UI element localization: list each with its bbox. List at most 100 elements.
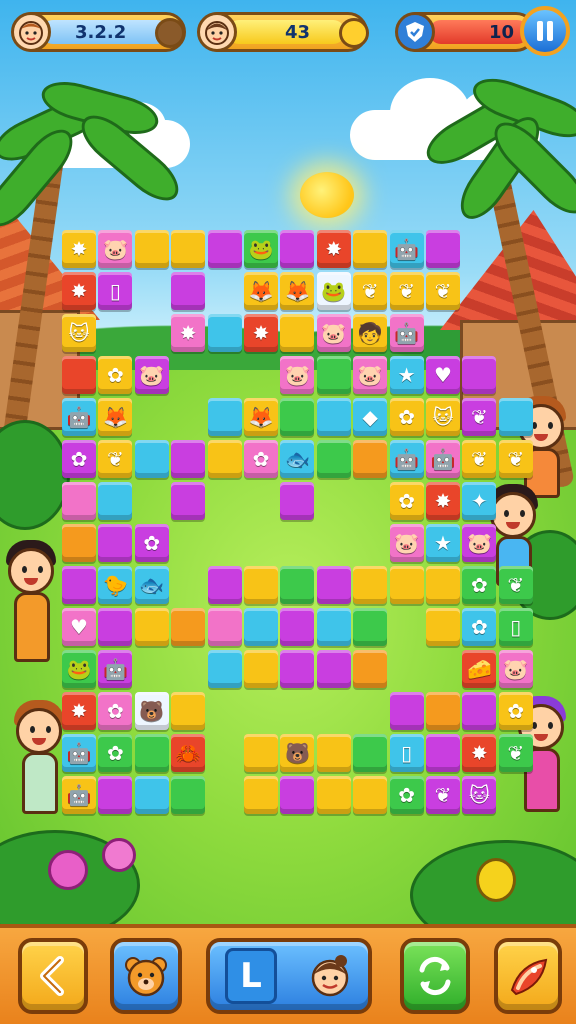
- tile-blank[interactable]: [280, 314, 315, 352]
- tile-blank[interactable]: [171, 272, 206, 310]
- tile-bear[interactable]: 🐻: [280, 734, 315, 772]
- tile-cat[interactable]: 🐱: [426, 398, 460, 436]
- tile-cheese[interactable]: 🧀: [462, 650, 497, 688]
- tile-blank[interactable]: [134, 776, 169, 814]
- tile-blank[interactable]: [171, 230, 206, 268]
- tile-robot[interactable]: 🤖: [98, 650, 133, 688]
- tile-flower[interactable]: ✿: [389, 482, 424, 520]
- tile-star[interactable]: ★: [389, 356, 424, 394]
- tile-flower[interactable]: ✿: [98, 734, 133, 772]
- tile-blank[interactable]: [280, 650, 315, 688]
- tile-pig[interactable]: 🐷: [134, 356, 169, 394]
- tile-blank[interactable]: [316, 566, 351, 604]
- tile-blank[interactable]: [98, 482, 133, 520]
- tile-blank[interactable]: [98, 608, 133, 646]
- tile-blank[interactable]: [134, 440, 169, 478]
- tile-fish[interactable]: 🐟: [280, 440, 315, 478]
- tile-robot[interactable]: 🤖: [389, 314, 424, 352]
- tile-star4[interactable]: ✦: [462, 482, 497, 520]
- tile-fox[interactable]: 🦊: [98, 398, 133, 436]
- tile-blank[interactable]: [62, 482, 96, 520]
- tile-blank[interactable]: [244, 734, 278, 772]
- tile-blank[interactable]: [426, 230, 460, 268]
- tile-blank[interactable]: [426, 734, 460, 772]
- tile-blank[interactable]: [353, 566, 388, 604]
- tile-blank[interactable]: [207, 398, 242, 436]
- tile-blank[interactable]: [98, 776, 133, 814]
- tile-robot[interactable]: 🤖: [389, 230, 424, 268]
- tile-maple[interactable]: ✸: [62, 272, 96, 310]
- tile-leaf[interactable]: ❦: [498, 566, 533, 604]
- tile-flower[interactable]: ✿: [244, 440, 278, 478]
- tile-blank[interactable]: [207, 608, 242, 646]
- tile-flower[interactable]: ✿: [389, 398, 424, 436]
- tile-leaf[interactable]: ❦: [462, 440, 497, 478]
- tile-pig[interactable]: 🐷: [353, 356, 388, 394]
- tile-blank[interactable]: [98, 524, 133, 562]
- tile-cat[interactable]: 🐱: [462, 776, 497, 814]
- tile-blank[interactable]: [207, 314, 242, 352]
- tile-flower[interactable]: ✿: [98, 692, 133, 730]
- tile-blank[interactable]: [280, 398, 315, 436]
- tile-maple[interactable]: ✸: [316, 230, 351, 268]
- tile-blank[interactable]: [426, 692, 460, 730]
- tile-flower[interactable]: ✿: [462, 608, 497, 646]
- tile-blank[interactable]: [207, 440, 242, 478]
- tile-robot[interactable]: 🤖: [62, 398, 96, 436]
- tile-pig[interactable]: 🐷: [98, 230, 133, 268]
- tile-blank[interactable]: [426, 566, 460, 604]
- tile-robot[interactable]: 🤖: [426, 440, 460, 478]
- tile-blank[interactable]: [62, 524, 96, 562]
- tile-leaf[interactable]: ❦: [353, 272, 388, 310]
- tile-flower[interactable]: ✿: [134, 524, 169, 562]
- tile-blank[interactable]: [316, 650, 351, 688]
- tile-blank[interactable]: [62, 566, 96, 604]
- tile-flower[interactable]: ✿: [498, 692, 533, 730]
- tile-blank[interactable]: [244, 608, 278, 646]
- tile-blank[interactable]: [62, 356, 96, 394]
- tile-frog[interactable]: 🐸: [316, 272, 351, 310]
- tile-leaf[interactable]: ❦: [462, 398, 497, 436]
- tile-blank[interactable]: [316, 776, 351, 814]
- tile-blank[interactable]: [353, 650, 388, 688]
- tile-bear[interactable]: 🐻: [134, 692, 169, 730]
- tile-fox[interactable]: 🦊: [244, 272, 278, 310]
- tile-blank[interactable]: [207, 650, 242, 688]
- tile-blank[interactable]: [426, 608, 460, 646]
- tile-maple[interactable]: ✸: [244, 314, 278, 352]
- tile-pig[interactable]: 🐷: [389, 524, 424, 562]
- tile-blank[interactable]: [389, 566, 424, 604]
- character-button[interactable]: [110, 938, 182, 1014]
- center-panel[interactable]: L: [206, 938, 372, 1014]
- tile-blank[interactable]: [353, 608, 388, 646]
- shuffle-button[interactable]: [400, 938, 470, 1014]
- tile-fish[interactable]: 🐟: [134, 566, 169, 604]
- tile-maple[interactable]: ✸: [462, 734, 497, 772]
- hint-button[interactable]: [494, 938, 562, 1014]
- tile-card[interactable]: ▯: [98, 272, 133, 310]
- tile-frog[interactable]: 🐸: [62, 650, 96, 688]
- tile-maple[interactable]: ✸: [171, 314, 206, 352]
- tile-blank[interactable]: [353, 734, 388, 772]
- tile-blank[interactable]: [207, 230, 242, 268]
- tile-blank[interactable]: [207, 566, 242, 604]
- tile-blank[interactable]: [244, 650, 278, 688]
- tile-leaf[interactable]: ❦: [389, 272, 424, 310]
- tile-blank[interactable]: [280, 566, 315, 604]
- tile-blank[interactable]: [353, 440, 388, 478]
- tile-cat[interactable]: 🐱: [62, 314, 96, 352]
- tile-blank[interactable]: [316, 734, 351, 772]
- tile-maple[interactable]: ✸: [62, 230, 96, 268]
- tile-pig[interactable]: 🐷: [316, 314, 351, 352]
- tile-blank[interactable]: [462, 692, 497, 730]
- tile-blank[interactable]: [244, 566, 278, 604]
- back-button[interactable]: [18, 938, 88, 1014]
- tile-blank[interactable]: [280, 230, 315, 268]
- tile-boy[interactable]: 🧒: [353, 314, 388, 352]
- tile-blank[interactable]: [171, 776, 206, 814]
- tile-blank[interactable]: [316, 608, 351, 646]
- tile-blank[interactable]: [316, 440, 351, 478]
- tile-crab[interactable]: 🦀: [171, 734, 206, 772]
- tile-blank[interactable]: [280, 482, 315, 520]
- tile-fox[interactable]: 🦊: [280, 272, 315, 310]
